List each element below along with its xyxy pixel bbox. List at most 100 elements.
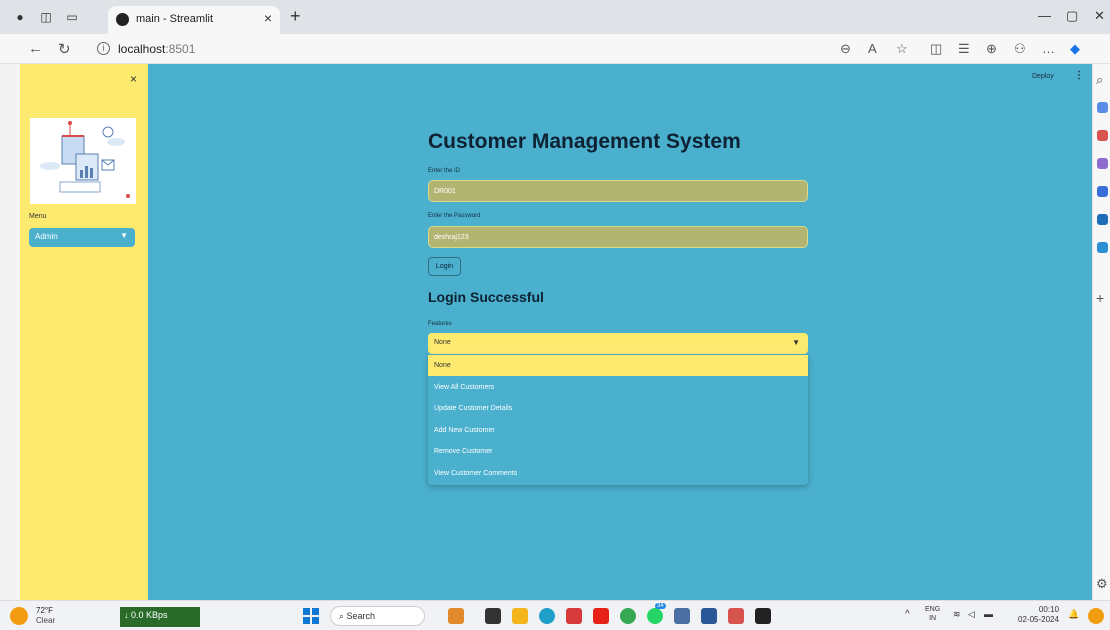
url-port: :8501 <box>165 42 196 56</box>
add-sidebar-app-icon[interactable]: + <box>1096 290 1104 306</box>
file-explorer-icon[interactable] <box>512 608 528 624</box>
clock[interactable]: 00:10 02-05-2024 <box>1018 605 1059 625</box>
weather-icon[interactable] <box>10 607 28 625</box>
url-field[interactable]: localhost:8501 <box>118 42 195 56</box>
refresh-icon[interactable]: ↻ <box>58 40 71 58</box>
menu-label: Menu <box>29 213 47 220</box>
page-title: Customer Management System <box>428 130 741 153</box>
features-label: Features <box>428 321 452 327</box>
app-icon[interactable] <box>701 608 717 624</box>
more-icon[interactable]: … <box>1042 41 1055 56</box>
tools-icon[interactable] <box>1097 130 1108 141</box>
task-view-icon[interactable] <box>485 608 501 624</box>
profile-icon[interactable]: ● <box>12 9 28 25</box>
read-aloud-icon[interactable]: A <box>868 41 877 56</box>
network-speed-widget: ↓ 0.0 KBps <box>120 607 200 627</box>
battery-icon[interactable]: ▬ <box>984 609 993 619</box>
tab-title: main - Streamlit <box>136 13 214 25</box>
option-remove-customer[interactable]: Remove Customer <box>428 441 808 462</box>
workspaces-icon[interactable]: ◫ <box>38 9 54 25</box>
url-host: localhost <box>118 42 166 56</box>
outlook-icon[interactable] <box>1097 214 1108 225</box>
password-input[interactable]: deshraj123 <box>428 226 808 248</box>
chevron-down-icon: ▼ <box>792 338 800 347</box>
whatsapp-badge: 34 <box>655 603 666 609</box>
copilot-icon[interactable]: ◆ <box>1070 41 1080 57</box>
menu-select-value: Admin <box>35 232 58 241</box>
main-content: Deploy ⋮ Customer Management System Ente… <box>148 64 1092 600</box>
language-bottom: IN <box>929 615 937 622</box>
chevron-down-icon: ▼ <box>120 231 128 240</box>
option-view-customer-comments[interactable]: View Customer Comments <box>428 463 808 484</box>
streamlit-favicon-icon <box>116 13 129 26</box>
edge-sidebar: ⌕ + ⚙ <box>1092 64 1110 600</box>
notification-bell-icon[interactable]: 🔔 <box>1068 609 1079 620</box>
weather-temp: 72°F <box>36 606 53 615</box>
option-view-all-customers[interactable]: View All Customers <box>428 377 808 398</box>
sidebar-settings-icon[interactable]: ⚙ <box>1096 576 1108 592</box>
features-select[interactable]: None ▼ <box>428 333 808 354</box>
chrome-icon[interactable] <box>620 608 636 624</box>
windows-start-icon[interactable] <box>303 608 319 624</box>
wifi-icon[interactable]: ≋ <box>953 609 961 620</box>
main-menu-icon[interactable]: ⋮ <box>1074 70 1084 81</box>
tray-expand-icon[interactable]: ^ <box>905 609 910 620</box>
sidebar-close-icon[interactable]: × <box>130 72 137 86</box>
shopping-icon[interactable] <box>1097 102 1108 113</box>
dashboard-illustration <box>30 118 136 204</box>
streamlit-app: × Menu Admin ▼ Deploy ⋮ Customer Managem… <box>20 64 1092 600</box>
login-button[interactable]: Login <box>428 257 461 276</box>
notes-icon[interactable] <box>674 608 690 624</box>
widgets-icon[interactable] <box>1088 608 1104 624</box>
edge-icon[interactable] <box>539 608 555 624</box>
login-success-heading: Login Successful <box>428 289 544 305</box>
close-tab-icon[interactable]: × <box>264 10 272 26</box>
whatsapp-icon[interactable]: 34 <box>647 603 666 624</box>
restore-icon[interactable]: ▢ <box>1066 8 1078 24</box>
clock-date: 02-05-2024 <box>1018 615 1059 624</box>
send-icon[interactable] <box>1097 242 1108 253</box>
taskbar-search[interactable]: ⌕ Search <box>330 606 425 626</box>
terminal-icon[interactable] <box>755 608 771 624</box>
features-select-value: None <box>434 339 451 346</box>
address-bar-row: ← ↻ i localhost:8501 ⊖ A ☆ ◫ ☰ ⊕ ⚇ … ◆ <box>0 34 1110 64</box>
browser-tab-strip: ● ◫ ▭ main - Streamlit × + — ▢ ✕ <box>0 0 1110 34</box>
favorites-icon[interactable]: ☰ <box>958 41 970 57</box>
wps-icon[interactable] <box>566 608 582 624</box>
youtube-icon[interactable] <box>593 608 609 624</box>
language-indicator[interactable]: ENG IN <box>925 605 940 623</box>
volume-icon[interactable]: ◁ <box>968 609 975 620</box>
wps-office-icon[interactable] <box>728 608 744 624</box>
split-screen-icon[interactable]: ◫ <box>930 41 942 57</box>
office-icon[interactable] <box>1097 186 1108 197</box>
minimize-icon[interactable]: — <box>1038 8 1051 23</box>
id-input[interactable]: DR001 <box>428 180 808 202</box>
new-tab-button[interactable]: + <box>290 6 301 27</box>
app-sidebar: × Menu Admin ▼ <box>20 64 148 600</box>
deploy-button[interactable]: Deploy <box>1032 73 1054 80</box>
password-label: Enter the Password <box>428 213 481 219</box>
taskbar-search-label: Search <box>346 611 376 621</box>
language-top: ENG <box>925 606 941 613</box>
features-dropdown: None View All Customers Update Customer … <box>428 355 808 485</box>
id-label: Enter the ID <box>428 168 461 174</box>
clock-time: 00:10 <box>1038 605 1059 614</box>
menu-select[interactable]: Admin ▼ <box>29 228 135 247</box>
option-add-new-customer[interactable]: Add New Customer <box>428 420 808 441</box>
sidebar-search-icon[interactable]: ⌕ <box>1096 72 1103 88</box>
back-icon[interactable]: ← <box>28 40 43 57</box>
option-none[interactable]: None <box>428 355 808 376</box>
copilot-taskbar-icon[interactable] <box>448 608 464 624</box>
weather-condition: Clear <box>36 616 56 625</box>
site-info-icon[interactable]: i <box>97 42 110 55</box>
zoom-icon[interactable]: ⊖ <box>840 41 851 57</box>
taskbar: 72°F Clear ↓ 0.0 KBps ⌕ Search 34 ^ ENG I… <box>0 600 1110 630</box>
games-icon[interactable] <box>1097 158 1108 169</box>
browser-tab[interactable]: main - Streamlit × <box>108 6 280 34</box>
extensions-icon[interactable]: ⚇ <box>1014 41 1026 57</box>
collections-icon[interactable]: ⊕ <box>986 41 997 57</box>
tab-actions-icon[interactable]: ▭ <box>64 9 80 25</box>
close-window-icon[interactable]: ✕ <box>1094 8 1105 24</box>
favorite-star-icon[interactable]: ☆ <box>896 41 908 57</box>
option-update-customer-details[interactable]: Update Customer Details <box>428 398 808 419</box>
